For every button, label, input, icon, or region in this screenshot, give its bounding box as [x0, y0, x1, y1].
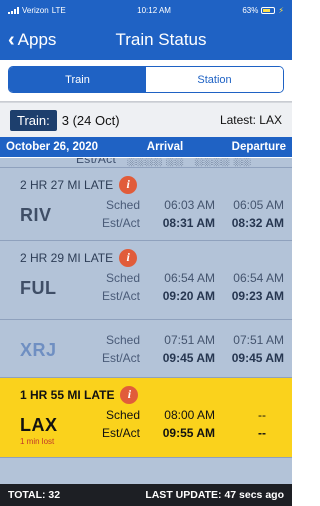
arrival-times: 07:51 AM 09:45 AM	[140, 331, 215, 367]
back-button[interactable]: ‹ Apps	[0, 30, 56, 50]
battery-percent: 63%	[242, 5, 259, 15]
partial-row-text: Est/Act ░░░░ ░░ ░░░░ ░░	[76, 158, 251, 166]
stop-times: FUL Sched Est/Act 06:54 AM 09:20 AM 06:5…	[0, 267, 292, 313]
stop-row-ful[interactable]: 2 HR 29 MI LATE i FUL Sched Est/Act 06:5…	[0, 241, 292, 320]
total-count: TOTAL: 32	[8, 489, 61, 501]
network-type: LTE	[51, 5, 66, 15]
stop-times: LAX 1 min lost Sched Est/Act 08:00 AM 09…	[0, 404, 292, 454]
carrier-name: Verizon	[22, 5, 49, 15]
sched-label: Sched	[105, 333, 140, 347]
late-status: 2 HR 27 MI LATE i	[0, 168, 292, 194]
actual-arrival: 09:20 AM	[162, 289, 215, 303]
sched-arrival: 07:51 AM	[164, 333, 215, 347]
latest-station: Latest: LAX	[219, 113, 282, 127]
status-left: Verizon LTE	[8, 6, 66, 15]
arrival-times: 08:00 AM 09:55 AM	[140, 406, 215, 442]
est-act-label: Est/Act	[101, 351, 140, 365]
sched-departure: 06:05 AM	[233, 198, 284, 212]
train-number: 3 (24 Oct)	[61, 112, 120, 128]
sched-arrival: 06:03 AM	[164, 198, 215, 212]
actual-departure: 08:32 AM	[231, 216, 284, 230]
stop-row-riv[interactable]: 2 HR 27 MI LATE i RIV Sched Est/Act 06:0…	[0, 168, 292, 241]
sched-arrival: 08:00 AM	[164, 408, 215, 422]
sched-label: Sched	[105, 271, 140, 285]
train-select-button[interactable]: Train:	[10, 109, 57, 131]
late-status: 1 HR 55 MI LATE i	[0, 378, 292, 404]
actual-arrival: 09:55 AM	[162, 426, 215, 440]
sched-arrival: 06:54 AM	[164, 271, 215, 285]
table-header: October 26, 2020 Arrival Departure	[0, 137, 292, 157]
station-code-col: FUL	[0, 269, 70, 299]
charging-icon: ⚡	[278, 5, 284, 15]
actual-arrival: 09:45 AM	[162, 351, 215, 365]
departure-times: 06:05 AM 08:32 AM	[215, 196, 292, 232]
time-labels: Sched Est/Act	[70, 269, 140, 305]
sched-label: Sched	[105, 408, 140, 422]
station-code: LAX	[20, 415, 58, 435]
stop-times: RIV Sched Est/Act 06:03 AM 08:31 AM 06:0…	[0, 194, 292, 240]
signal-bars-icon	[8, 6, 19, 14]
actual-arrival: 08:31 AM	[162, 216, 215, 230]
navigation-bar: ‹ Apps Train Status	[0, 20, 292, 60]
late-status: 2 HR 29 MI LATE i	[0, 241, 292, 267]
stop-row-xrj[interactable]: XRJ Sched Est/Act 07:51 AM 09:45 AM 07:5…	[0, 320, 292, 378]
stop-row-lax[interactable]: 1 HR 55 MI LATE i LAX 1 min lost Sched E…	[0, 378, 292, 458]
departure-times: 06:54 AM 09:23 AM	[215, 269, 292, 305]
station-code-col: RIV	[0, 196, 70, 226]
status-time: 10:12 AM	[137, 5, 171, 15]
actual-departure: 09:23 AM	[231, 289, 284, 303]
header-date: October 26, 2020	[6, 141, 99, 153]
est-act-label: Est/Act	[101, 426, 140, 440]
late-text: 2 HR 27 MI LATE	[20, 177, 114, 192]
station-code: RIV	[20, 205, 52, 225]
sched-departure: 06:54 AM	[233, 271, 284, 285]
back-button-label: Apps	[17, 30, 57, 49]
est-act-label: Est/Act	[101, 216, 140, 230]
late-text: 2 HR 29 MI LATE	[20, 250, 114, 265]
departure-times: 07:51 AM 09:45 AM	[215, 331, 292, 367]
info-icon[interactable]: i	[119, 175, 138, 194]
late-text: 1 HR 55 MI LATE	[20, 387, 115, 402]
time-labels: Sched Est/Act	[70, 196, 140, 232]
station-code: FUL	[20, 278, 57, 298]
info-icon[interactable]: i	[119, 248, 138, 267]
status-right: 63% ⚡	[242, 6, 284, 15]
last-update: LAST UPDATE: 47 secs ago	[145, 489, 284, 501]
segment-train[interactable]: Train	[9, 67, 146, 92]
chevron-left-icon: ‹	[8, 29, 15, 51]
segment-container: Train Station	[0, 60, 292, 102]
actual-departure: 09:45 AM	[231, 351, 284, 365]
station-code-col: XRJ	[0, 331, 70, 361]
header-arrival: Arrival	[146, 141, 184, 153]
stops-list[interactable]: Est/Act ░░░░ ░░ ░░░░ ░░ 2 HR 27 MI LATE …	[0, 158, 292, 484]
arrival-times: 06:03 AM 08:31 AM	[140, 196, 215, 232]
min-lost-note: 1 min lost	[20, 437, 55, 446]
station-code-col: LAX 1 min lost	[0, 406, 70, 446]
sched-departure: 07:51 AM	[233, 333, 284, 347]
train-selector-row: Train: 3 (24 Oct) Latest: LAX	[0, 102, 292, 137]
departure-times: -- --	[215, 406, 292, 442]
actual-departure: --	[258, 426, 266, 440]
time-labels: Sched Est/Act	[70, 406, 140, 442]
arrival-times: 06:54 AM 09:20 AM	[140, 269, 215, 305]
footer-bar: TOTAL: 32 LAST UPDATE: 47 secs ago	[0, 484, 292, 506]
time-labels: Sched Est/Act	[70, 331, 140, 367]
battery-icon	[261, 6, 276, 14]
sched-label: Sched	[105, 198, 140, 212]
partial-stop-row: Est/Act ░░░░ ░░ ░░░░ ░░	[0, 158, 292, 168]
info-icon[interactable]: i	[120, 385, 139, 404]
header-departure: Departure	[231, 141, 286, 153]
sched-departure: --	[258, 408, 266, 422]
status-bar: Verizon LTE 10:12 AM 63% ⚡	[0, 0, 292, 20]
est-act-label: Est/Act	[101, 289, 140, 303]
segmented-control: Train Station	[8, 66, 284, 93]
stop-times: XRJ Sched Est/Act 07:51 AM 09:45 AM 07:5…	[0, 320, 292, 375]
segment-station[interactable]: Station	[146, 67, 283, 92]
station-code: XRJ	[20, 340, 57, 360]
